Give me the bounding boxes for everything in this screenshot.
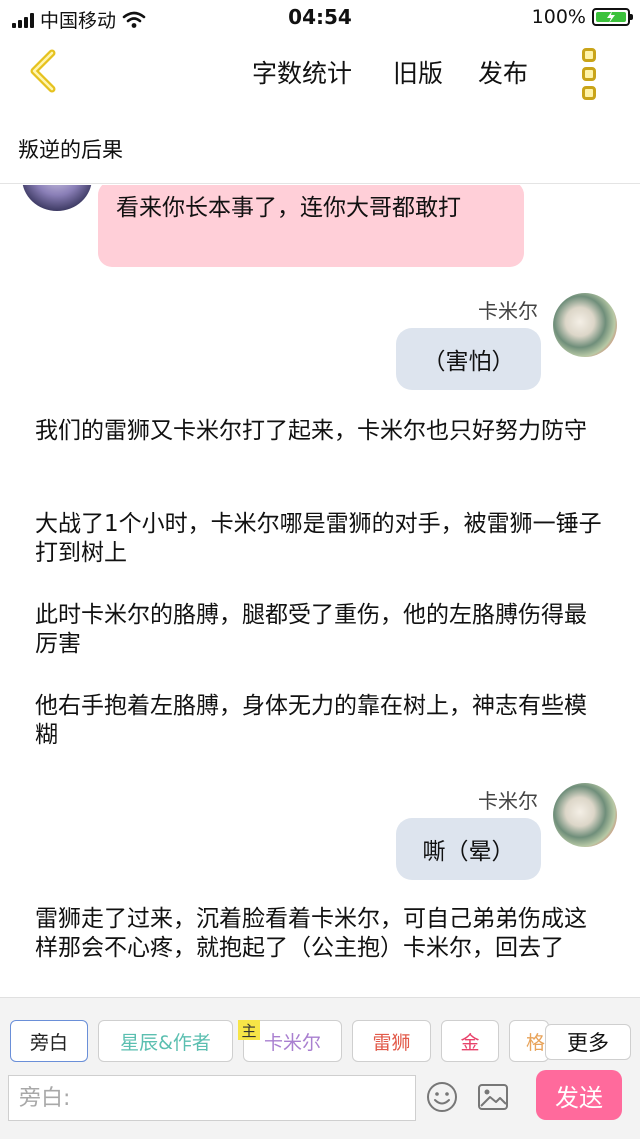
input-panel: 旁白 星辰&作者 卡米尔 主 雷狮 金 格 更多 发送: [0, 997, 640, 1139]
narration-text[interactable]: 我们的雷狮又卡米尔打了起来，卡米尔也只好努力防守: [35, 417, 605, 446]
role-button-jin[interactable]: 金: [441, 1020, 499, 1062]
avatar[interactable]: [553, 783, 617, 847]
narration-text[interactable]: 他右手抱着左胳膊，身体无力的靠在树上，神志有些模糊: [35, 692, 605, 750]
status-right: 100%: [531, 6, 633, 28]
avatar[interactable]: [553, 293, 617, 357]
back-button[interactable]: [18, 46, 68, 96]
story-title: 叛逆的后果: [18, 138, 123, 162]
word-count-button[interactable]: 字数统计: [252, 54, 352, 90]
message-bubble[interactable]: （害怕）: [396, 328, 541, 390]
speaker-name: 卡米尔: [478, 299, 538, 323]
avatar[interactable]: [22, 185, 92, 211]
menu-dot-icon: [582, 48, 596, 62]
more-roles-button[interactable]: 更多: [545, 1024, 631, 1060]
narration-text[interactable]: 此时卡米尔的胳膊，腿都受了重伤，他的左胳膊伤得最厉害: [35, 601, 605, 659]
old-version-button[interactable]: 旧版: [393, 54, 443, 90]
battery-percent: 100%: [531, 6, 586, 28]
chevron-left-icon: [30, 49, 56, 93]
status-bar: 中国移动 04:54 100%: [0, 0, 640, 36]
emoji-icon[interactable]: [425, 1080, 459, 1114]
menu-dot-icon: [582, 86, 596, 100]
speaker-name: 卡米尔: [478, 789, 538, 813]
nav-bar: 字数统计 旧版 发布: [0, 36, 640, 108]
charging-bolt-icon: [607, 11, 615, 23]
battery-fill: [596, 11, 626, 23]
main-role-badge: 主: [238, 1020, 260, 1040]
role-button-leishi[interactable]: 雷狮: [352, 1020, 431, 1062]
message-bubble[interactable]: 看来你长本事了，连你大哥都敢打: [98, 185, 524, 267]
battery-icon: [592, 8, 633, 26]
publish-button[interactable]: 发布: [478, 54, 528, 90]
story-title-bar: 叛逆的后果: [0, 108, 640, 184]
role-button-ge[interactable]: 格: [509, 1020, 549, 1062]
message-input[interactable]: [8, 1075, 416, 1121]
send-button[interactable]: 发送: [536, 1070, 622, 1120]
message-bubble[interactable]: 嘶（晕）: [396, 818, 541, 880]
narration-text[interactable]: 大战了1个小时，卡米尔哪是雷狮的对手，被雷狮一锤子打到树上: [35, 510, 605, 568]
menu-dot-icon: [582, 67, 596, 81]
narration-text[interactable]: 雷狮走了过来，沉着脸看着卡米尔，可自己弟弟伤成这样那会不心疼，就抱起了（公主抱）…: [35, 905, 605, 963]
chat-area[interactable]: 看来你长本事了，连你大哥都敢打 卡米尔 （害怕） 我们的雷狮又卡米尔打了起来，卡…: [0, 185, 640, 997]
role-button-narrator[interactable]: 旁白: [10, 1020, 88, 1062]
role-button-author[interactable]: 星辰&作者: [98, 1020, 233, 1062]
image-icon[interactable]: [476, 1080, 510, 1114]
more-menu-button[interactable]: [572, 48, 606, 100]
